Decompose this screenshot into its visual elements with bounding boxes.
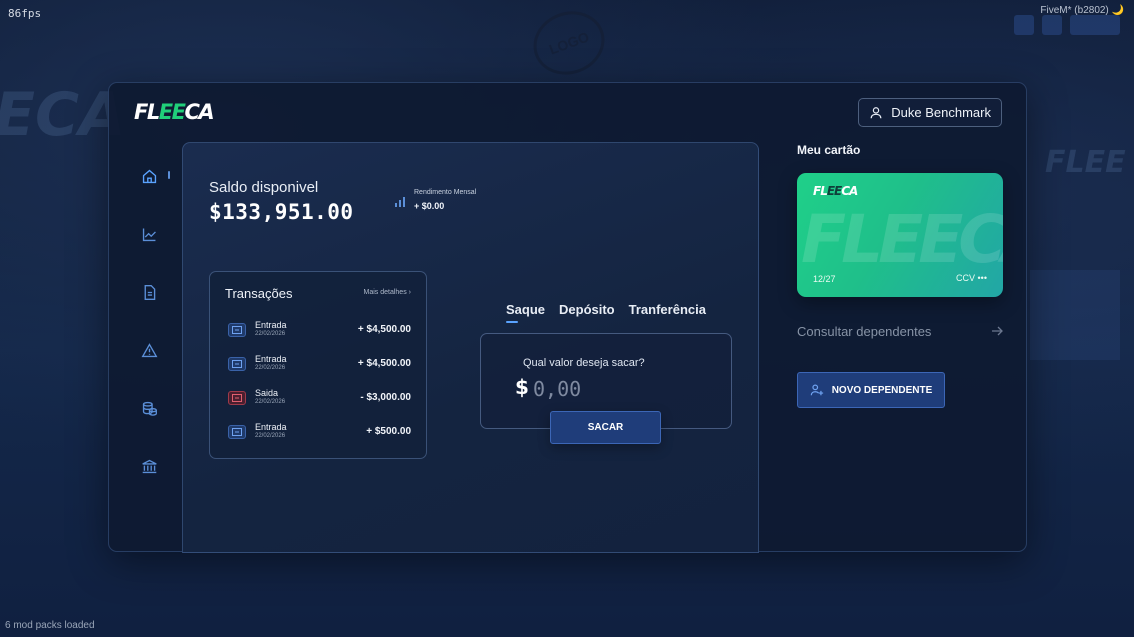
transaction-amount: + $4,500.00: [357, 324, 411, 335]
currency-symbol: $: [515, 375, 529, 399]
inflow-icon: [228, 357, 246, 371]
transaction-date: 22/02/2026: [255, 433, 286, 439]
view-dependents-label: Consultar dependentes: [797, 323, 932, 339]
transaction-type: Entrada: [255, 354, 287, 364]
balance-label: Saldo disponivel: [209, 179, 319, 196]
nav-home[interactable]: [139, 166, 159, 186]
operation-tabs: Saque Depósito Tranferência: [506, 302, 706, 323]
transaction-date: 22/02/2026: [255, 331, 286, 337]
new-dependent-button[interactable]: NOVO DEPENDENTE: [797, 372, 945, 408]
logo-stamp: LOGO: [524, 1, 614, 85]
overview-panel: Saldo disponivel $133,951.00 Rendimento …: [182, 142, 759, 553]
background-pillar: [1030, 270, 1120, 360]
card-logo: FLEECA: [813, 184, 858, 198]
new-dependent-label: NOVO DEPENDENTE: [831, 384, 933, 396]
bar-chart-icon: [395, 197, 405, 207]
card-watermark: FLEECA: [801, 201, 1003, 278]
background-sign: ECA: [0, 80, 126, 150]
withdraw-question: Qual valor deseja sacar?: [523, 357, 645, 369]
transaction-row: Entrada 22/02/2026 + $4,500.00: [228, 320, 411, 344]
transaction-type: Entrada: [255, 320, 287, 330]
fleeca-logo: FLEECA: [134, 100, 215, 124]
mod-packs-status: 6 mod packs loaded: [5, 620, 95, 631]
fps-counter: 86fps: [8, 7, 42, 20]
transaction-row: Saida 22/02/2026 - $3,000.00: [228, 388, 411, 412]
outflow-icon: [228, 391, 246, 405]
document-icon: [144, 284, 155, 300]
view-dependents-link[interactable]: Consultar dependentes: [797, 322, 1003, 340]
withdraw-button[interactable]: SACAR: [550, 411, 661, 444]
transaction-amount: - $3,000.00: [360, 392, 411, 403]
nav-bank[interactable]: [139, 456, 159, 476]
transactions-title: Transações: [225, 286, 293, 301]
transaction-row: Entrada 22/02/2026 + $500.00: [228, 422, 411, 446]
card-expiry: 12/27: [813, 274, 836, 284]
user-profile-button[interactable]: Duke Benchmark: [858, 98, 1002, 127]
transaction-amount: + $500.00: [366, 426, 411, 437]
trending-up-icon: [142, 228, 156, 241]
chevron-right-icon: ›: [408, 289, 411, 296]
add-user-icon: [810, 384, 823, 396]
arrow-right-icon: [992, 326, 1003, 336]
warning-icon: [141, 342, 157, 357]
monthly-yield-value: + $0.00: [414, 201, 445, 211]
user-name: Duke Benchmark: [891, 105, 991, 120]
bank-card: FLEECA FLEECA 12/27 CCV •••: [797, 173, 1003, 297]
nav-active-indicator: [168, 171, 170, 179]
tab-transferencia[interactable]: Tranferência: [629, 302, 706, 320]
transaction-row: Entrada 22/02/2026 + $4,500.00: [228, 354, 411, 378]
bank-icon: [141, 459, 157, 473]
transaction-type: Saida: [255, 388, 279, 398]
bank-window: FLEECA Duke Benchmark Saldo disponivel $…: [108, 82, 1027, 553]
transactions-card: Transações Mais detalhes › Entrada 22/02…: [209, 271, 427, 459]
hud-icons: [1014, 15, 1120, 35]
transaction-amount: + $4,500.00: [357, 358, 411, 369]
inflow-icon: [228, 425, 246, 439]
card-ccv: CCV •••: [956, 273, 987, 283]
tab-saque[interactable]: Saque: [506, 302, 545, 323]
card-section-title: Meu cartão: [797, 143, 861, 157]
transaction-type: Entrada: [255, 422, 287, 432]
monthly-yield-label: Rendimento Mensal: [414, 189, 477, 196]
inflow-icon: [228, 323, 246, 337]
tab-deposito[interactable]: Depósito: [559, 302, 615, 320]
more-details-link[interactable]: Mais detalhes ›: [364, 289, 412, 296]
background-sign-right: FLEE: [1045, 145, 1126, 180]
nav-chart[interactable]: [139, 224, 159, 244]
nav-document[interactable]: [139, 282, 159, 302]
coins-icon: [142, 401, 157, 416]
nav-coins[interactable]: [139, 398, 159, 418]
home-icon: [142, 169, 156, 183]
withdraw-amount-input[interactable]: [533, 375, 653, 403]
user-icon: [870, 106, 882, 118]
transaction-date: 22/02/2026: [255, 365, 286, 371]
nav-alert[interactable]: [139, 340, 159, 360]
transaction-date: 22/02/2026: [255, 399, 286, 405]
balance-value: $133,951.00: [209, 200, 354, 224]
